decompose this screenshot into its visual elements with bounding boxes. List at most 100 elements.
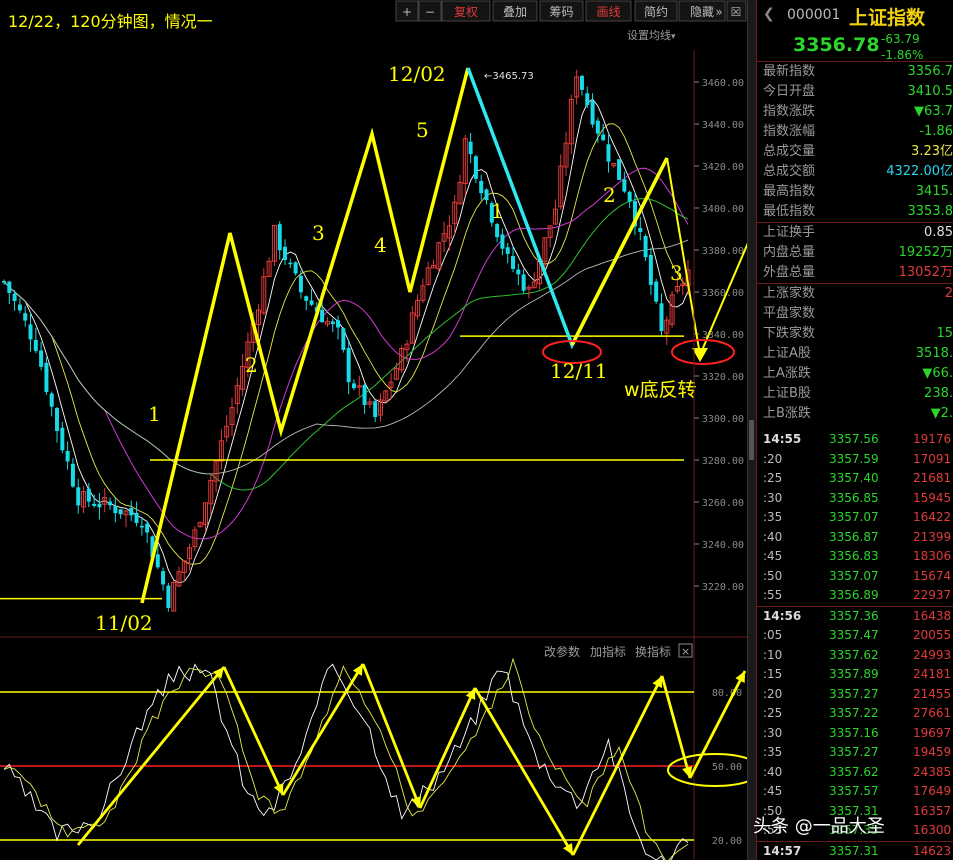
wave-label-3: 3 (312, 221, 325, 245)
tick-row: :40 3356.87 21399 (757, 528, 953, 548)
tick-time: 14:57 (763, 843, 802, 858)
stat-value: 3415. (915, 184, 953, 199)
candle-body-down (298, 275, 303, 293)
tick-row: :35 3357.27 19459 (757, 743, 953, 763)
candle-body-down (70, 463, 75, 487)
tick-row: :40 3357.62 24385 (757, 763, 953, 783)
tick-price: 3357.07 (829, 510, 879, 524)
change-params-button[interactable]: 改参数 (544, 644, 580, 659)
candle-body-down (495, 224, 500, 238)
stat-value: 19252万 (898, 245, 953, 260)
tick-volume: 24181 (913, 667, 952, 681)
tick-volume: 21399 (913, 529, 952, 544)
tick-row: :30 3356.85 15945 (757, 489, 953, 509)
price-tick-label: 3300.00 (702, 414, 744, 425)
ma-setting-link[interactable]: 设置均线 (627, 28, 671, 42)
stat-row: 上证换手 0.85 (757, 223, 953, 243)
tick-row: :55 3356.89 22937 (757, 586, 953, 606)
stat-label: 外盘总量 (763, 265, 816, 280)
stat-value: ▼63.7 (914, 104, 953, 119)
price-tick-label: 3220.00 (702, 582, 744, 593)
toolbar-label-7[interactable]: 隐藏 (690, 5, 714, 19)
toolbar-label-3[interactable]: 叠加 (503, 5, 527, 19)
tick-time: :20 (763, 451, 783, 466)
tick-time: :35 (763, 510, 783, 524)
price-tick-label: 3440.00 (702, 120, 744, 131)
candle-body-down (516, 269, 521, 275)
toolbar-label-6[interactable]: 简约 (644, 4, 668, 19)
switch-indicator-button[interactable]: 换指标 (635, 644, 671, 659)
price-tick-label: 3380.00 (702, 246, 744, 257)
security-name: 上证指数 (849, 7, 926, 29)
tick-volume: 16438 (913, 608, 952, 623)
candle-body-down (113, 506, 118, 514)
collapse-arrow-icon[interactable]: ❮ (763, 6, 775, 22)
candle-body-down (7, 281, 12, 293)
toolbar-label-1[interactable]: − (425, 5, 435, 19)
candle-body-down (511, 256, 516, 269)
stat-row: 平盘家数 (757, 304, 953, 324)
tick-price: 3357.40 (829, 471, 879, 485)
tick-price: 3357.27 (829, 745, 879, 759)
candle-body-down (521, 274, 526, 291)
stat-label: 上证A股 (763, 346, 811, 361)
kline-chart[interactable]: + − 复权 叠加 筹码 画线 简约 隐藏 ☒ » 12/22，120分钟图，情况一 设置均线 ▾… (0, 0, 753, 860)
indicator-tick-label: 80.00 (712, 688, 742, 699)
stat-value: ▼66. (922, 366, 953, 381)
tick-time: :45 (763, 549, 783, 563)
toolbar-label-4[interactable]: 筹码 (549, 5, 573, 19)
wave-label-6: 1 (491, 199, 504, 223)
toolbar-label-5[interactable]: 画线 (596, 5, 620, 19)
candle-body-down (33, 339, 38, 351)
tick-time: :30 (763, 490, 783, 505)
candle-body-down (49, 393, 54, 407)
candle-body-down (330, 321, 335, 325)
candle-body-down (336, 320, 341, 328)
tick-volume: 16357 (913, 803, 952, 818)
tick-volume: 19697 (913, 725, 952, 740)
stat-value: 13052万 (898, 265, 953, 280)
toolbar-label-0[interactable]: + (402, 5, 412, 19)
stat-row: 总成交额 4322.00亿 (757, 162, 953, 182)
stat-label: 内盘总量 (763, 245, 816, 260)
stat-label: 上涨家数 (763, 286, 816, 301)
add-indicator-button[interactable]: 加指标 (590, 644, 626, 659)
stat-row: 最高指数 3415. (757, 182, 953, 202)
stat-label: 最新指数 (763, 64, 816, 79)
tick-price: 3357.16 (829, 725, 879, 740)
toolbar-label-2[interactable]: 复权 (454, 5, 478, 19)
stat-row: 指数涨幅 -1.86 (757, 122, 953, 142)
candle-body-down (351, 383, 356, 389)
price-change: -63.79 -1.86% (881, 31, 923, 63)
tick-row: :25 3357.40 21681 (757, 469, 953, 489)
stat-row: 总成交量 3.23亿 (757, 142, 953, 162)
tick-time: 14:55 (763, 432, 802, 446)
stat-label: 今日开盘 (763, 84, 816, 99)
candle-body-down (473, 156, 478, 179)
stat-value: 3353.8 (907, 204, 953, 219)
high-price-marker: ←3465.73 (484, 71, 534, 82)
tick-price: 3357.89 (829, 667, 879, 681)
candle-body-down (320, 309, 325, 323)
stat-row: 今日开盘 3410.5 (757, 82, 953, 102)
price-tick-label: 3260.00 (702, 498, 744, 509)
stat-row: 上B涨跌 ▼2. (757, 404, 953, 424)
tick-price: 3357.59 (829, 451, 879, 466)
wave-label-8: 3 (670, 261, 683, 285)
price-tick-label: 3360.00 (702, 288, 744, 299)
candle-body-down (166, 585, 171, 609)
tick-volume: 20055 (913, 628, 952, 642)
candle-body-down (617, 159, 622, 180)
tick-volume: 16422 (913, 510, 952, 524)
tick-volume: 18306 (913, 549, 952, 563)
chart-title: 12/22，120分钟图，情况一 (8, 12, 213, 31)
candle-body-down (2, 280, 6, 283)
scrollbar-thumb[interactable] (749, 420, 754, 460)
tick-price: 3357.56 (829, 432, 879, 446)
indicator-tick-label: 50.00 (712, 762, 742, 773)
candle-body-down (595, 120, 600, 134)
stat-value: 15 (936, 326, 953, 341)
tick-volume: 17649 (913, 784, 952, 798)
candle-body-down (606, 144, 611, 162)
candle-body-down (479, 180, 484, 194)
